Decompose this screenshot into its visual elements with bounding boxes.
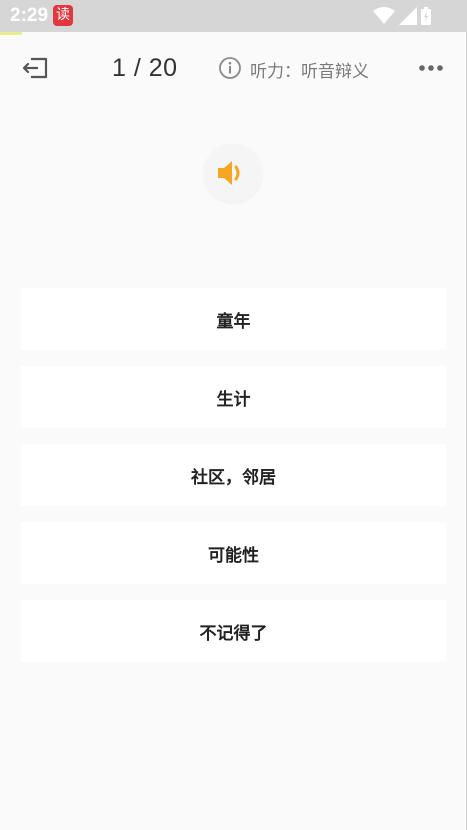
toolbar: 1 / 20 听力：听音辩义: [0, 40, 467, 96]
play-audio-button[interactable]: [204, 144, 262, 202]
wifi-icon: [373, 7, 395, 24]
question-counter: 1 / 20: [112, 54, 178, 82]
mode-label: 听力：听音辩义: [250, 62, 369, 82]
answer-option-1[interactable]: 童年: [21, 288, 446, 350]
answer-option-2[interactable]: 生计: [21, 366, 446, 428]
info-icon: [219, 57, 241, 79]
battery-icon: [421, 7, 431, 25]
status-bar: 2:29 读: [0, 0, 467, 32]
status-time: 2:29: [10, 5, 49, 26]
app-notification-icon: 读: [53, 5, 73, 26]
answer-options: 童年 生计 社区，邻居 可能性 不记得了: [21, 288, 446, 678]
more-icon: [419, 65, 443, 71]
more-options-button[interactable]: [417, 60, 445, 74]
exit-icon: [22, 57, 48, 79]
answer-option-5[interactable]: 不记得了: [21, 600, 446, 662]
exit-button[interactable]: [22, 54, 50, 82]
speaker-icon: [218, 161, 240, 185]
answer-option-4[interactable]: 可能性: [21, 522, 446, 584]
signal-icon: [399, 7, 417, 25]
answer-option-3[interactable]: 社区，邻居: [21, 444, 446, 506]
progress-indicator: [0, 32, 22, 35]
